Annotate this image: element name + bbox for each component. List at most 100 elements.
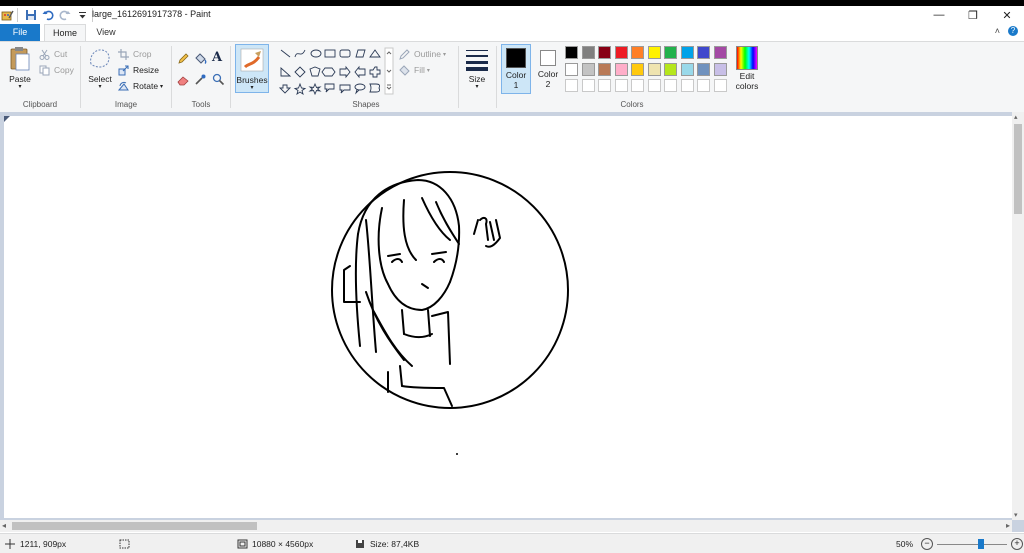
- group-divider: [458, 46, 459, 108]
- color-swatch[interactable]: [664, 62, 677, 76]
- color2-label: Color: [537, 69, 559, 79]
- paste-button[interactable]: Paste ▾: [6, 46, 34, 94]
- color-swatch[interactable]: [581, 62, 595, 76]
- customize-qat-icon[interactable]: [75, 8, 89, 22]
- custom-color-slot[interactable]: [598, 79, 611, 92]
- size-dropdown-icon: ▾: [475, 84, 479, 90]
- cut-button[interactable]: Cut: [38, 46, 74, 62]
- outline-dropdown-icon: ▾: [442, 51, 446, 58]
- color-swatch[interactable]: [713, 62, 727, 76]
- rotate-label: Rotate: [133, 81, 159, 91]
- vertical-scrollbar[interactable]: ▴ ▾: [1012, 112, 1024, 520]
- color-swatch[interactable]: [598, 46, 611, 59]
- window-title: large_1612691917378 - Paint: [92, 9, 211, 19]
- drawing-canvas[interactable]: 1911: [4, 116, 1012, 518]
- minimize-button[interactable]: —: [922, 6, 956, 24]
- edit-colors-button[interactable]: Edit colors: [731, 46, 763, 94]
- resize-icon: [117, 64, 130, 77]
- drawing-artwork: [331, 171, 569, 455]
- color-swatch[interactable]: [713, 46, 727, 59]
- scroll-up-icon[interactable]: ▴: [1014, 113, 1018, 121]
- magnifier-icon[interactable]: [212, 73, 225, 88]
- text-tool-icon[interactable]: A: [212, 50, 222, 65]
- save-icon[interactable]: [24, 8, 38, 22]
- select-button[interactable]: Select ▾: [85, 46, 115, 94]
- custom-color-slot[interactable]: [581, 79, 595, 92]
- close-button[interactable]: ✕: [990, 6, 1024, 24]
- zoom-slider-track: [937, 544, 1008, 545]
- tools-group: A Tools: [172, 42, 230, 112]
- color-swatch[interactable]: [631, 46, 644, 59]
- scroll-right-icon[interactable]: ▸: [1006, 521, 1010, 530]
- disk-icon: [354, 538, 366, 549]
- color-swatch[interactable]: [680, 62, 694, 76]
- color-swatch[interactable]: [647, 46, 661, 59]
- copy-button[interactable]: Copy: [38, 62, 74, 78]
- pencil-icon[interactable]: [177, 52, 190, 67]
- outline-label: Outline: [414, 49, 441, 59]
- horizontal-scrollbar[interactable]: ◂ ▸: [0, 520, 1012, 532]
- color2-button[interactable]: Color 2: [534, 44, 562, 94]
- scroll-left-icon[interactable]: ◂: [2, 521, 6, 530]
- ribbon: Paste ▾ Cut Copy Clipboard Select ▾ Crop…: [0, 41, 1024, 113]
- maximize-button[interactable]: ❐: [956, 6, 990, 24]
- image-group-label: Image: [114, 100, 138, 109]
- color-swatch[interactable]: [647, 62, 661, 76]
- tab-home[interactable]: Home: [44, 24, 86, 41]
- fill-bucket-icon[interactable]: [194, 52, 207, 67]
- color-swatch[interactable]: [697, 62, 710, 76]
- help-icon[interactable]: ?: [1008, 26, 1018, 36]
- size-button[interactable]: Size ▾: [462, 46, 492, 94]
- custom-color-slot[interactable]: [647, 79, 661, 92]
- edit-colors-label-1: Edit: [739, 71, 755, 81]
- resize-button[interactable]: Resize: [117, 62, 163, 78]
- color-swatch[interactable]: [697, 46, 710, 59]
- eraser-icon[interactable]: [177, 73, 190, 88]
- custom-color-slot[interactable]: [614, 79, 628, 92]
- rotate-button[interactable]: Rotate ▾: [117, 78, 163, 94]
- color-swatch[interactable]: [565, 62, 578, 76]
- color-swatch[interactable]: [664, 46, 677, 59]
- crop-button[interactable]: Crop: [117, 46, 163, 62]
- tab-file[interactable]: File: [0, 24, 40, 41]
- custom-color-slot[interactable]: [631, 79, 644, 92]
- vertical-scroll-thumb[interactable]: [1014, 124, 1022, 214]
- brushes-button[interactable]: Brushes ▾: [235, 44, 269, 93]
- collapse-ribbon-icon[interactable]: ˄: [995, 26, 1000, 36]
- paste-dropdown-icon[interactable]: ▾: [6, 84, 34, 90]
- size-label: Size: [468, 74, 486, 84]
- fill-button[interactable]: Fill ▾: [398, 62, 446, 78]
- color1-button[interactable]: Color 1: [501, 44, 531, 94]
- quick-access-toolbar: [0, 8, 98, 22]
- custom-color-slot[interactable]: [680, 79, 694, 92]
- zoom-slider-thumb[interactable]: [978, 539, 985, 549]
- zoom-in-icon[interactable]: +: [1011, 538, 1024, 550]
- image-dimensions-text: 10880 × 4560px: [252, 538, 314, 549]
- color-swatch[interactable]: [565, 46, 578, 59]
- shapes-gallery[interactable]: [278, 47, 394, 96]
- color-picker-icon[interactable]: [194, 73, 207, 88]
- color-swatch[interactable]: [614, 62, 628, 76]
- color-swatch[interactable]: [631, 62, 644, 76]
- tab-view[interactable]: View: [88, 24, 124, 41]
- zoom-slider[interactable]: [937, 539, 1008, 549]
- custom-color-slot[interactable]: [565, 79, 578, 92]
- custom-color-slot[interactable]: [713, 79, 727, 92]
- select-label: Select: [88, 74, 112, 84]
- color-swatch[interactable]: [581, 46, 595, 59]
- horizontal-scroll-thumb[interactable]: [12, 522, 257, 530]
- redo-icon[interactable]: [58, 8, 72, 22]
- paint-app-icon[interactable]: [0, 8, 14, 22]
- undo-icon[interactable]: [41, 8, 55, 22]
- select-dropdown-icon[interactable]: ▾: [85, 84, 115, 90]
- custom-color-slot[interactable]: [697, 79, 710, 92]
- outline-button[interactable]: Outline ▾: [398, 46, 446, 62]
- zoom-out-icon[interactable]: −: [921, 538, 934, 550]
- color-swatch[interactable]: [598, 62, 611, 76]
- canvas-corner-handle[interactable]: [4, 116, 10, 122]
- color-swatch[interactable]: [614, 46, 628, 59]
- custom-color-slot[interactable]: [664, 79, 677, 92]
- rotate-dropdown-icon[interactable]: ▾: [160, 83, 163, 90]
- color-swatch[interactable]: [680, 46, 694, 59]
- scroll-down-icon[interactable]: ▾: [1014, 511, 1018, 519]
